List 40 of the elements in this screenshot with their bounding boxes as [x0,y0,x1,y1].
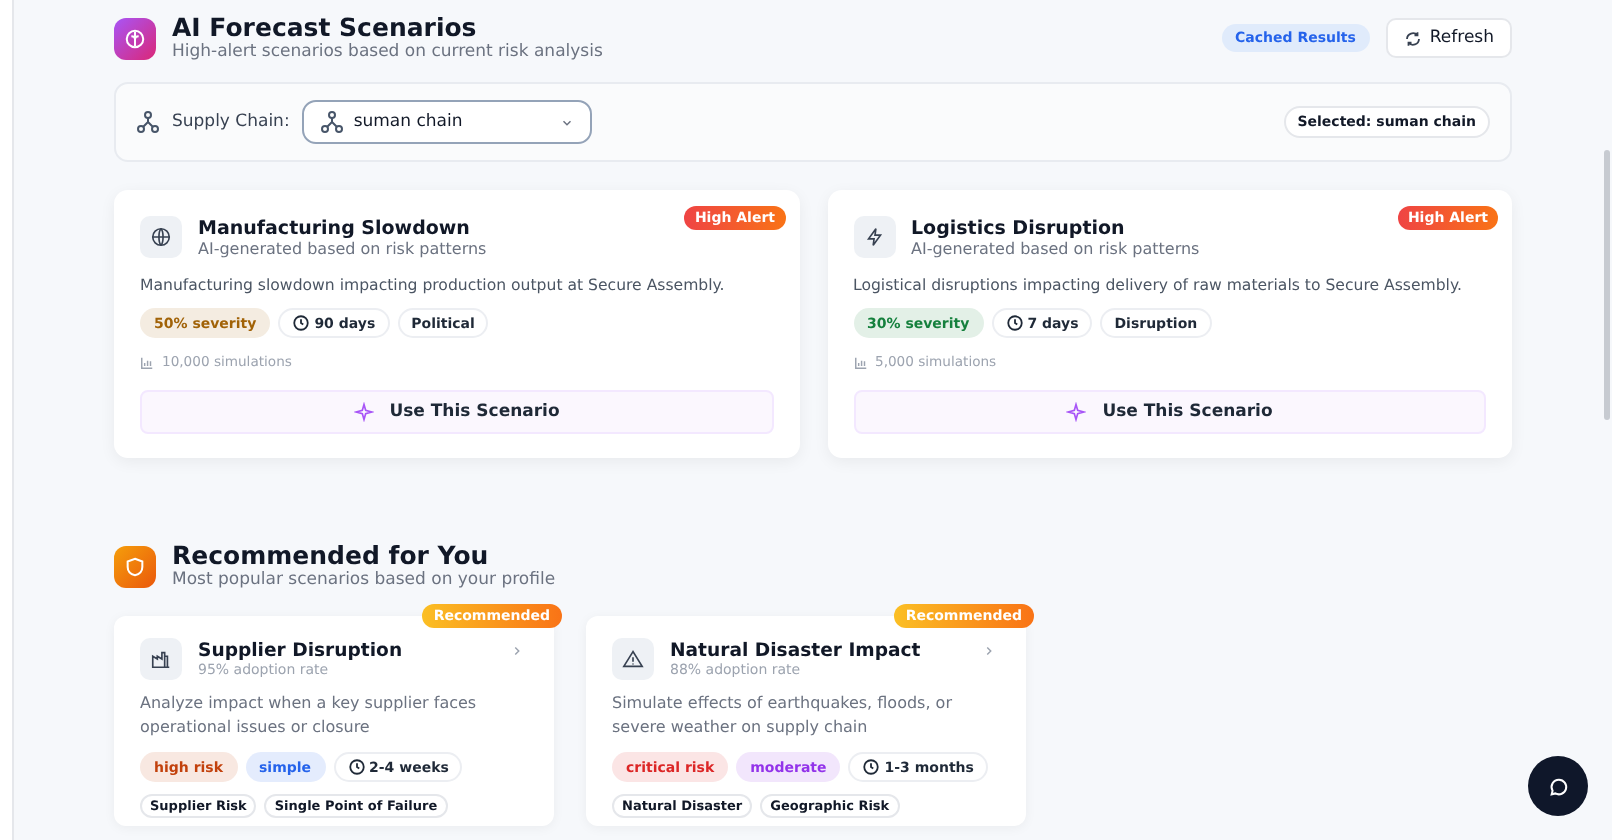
section-subtitle: High-alert scenarios based on current risk analysis [172,42,603,62]
sparkle-icon [1066,402,1087,422]
scenario-title: Supplier Disruption [198,640,403,662]
globe-icon [150,226,172,248]
bar-chart-icon [853,355,867,369]
scenario-title: Logistics Disruption [911,217,1127,239]
section-subtitle: Most popular scenarios based on your profile [172,570,556,590]
refresh-icon [1403,29,1422,47]
chevron-down-icon [559,115,574,129]
clock-icon [862,758,881,776]
section-title: Recommended for You [172,542,491,570]
network-icon [136,110,160,134]
brain-icon [114,17,156,59]
clock-icon [1005,314,1024,332]
scenario-title: Natural Disaster Impact [670,640,921,662]
chevron-right-icon [510,644,524,658]
scenario-description: Simulate effects of earthquakes, floods, or severe weather on supply chain [612,692,954,740]
scenario-subtitle: AI-generated based on risk patterns [198,239,487,257]
section-title: AI Forecast Scenarios [172,14,479,42]
network-icon [319,110,344,134]
supply-chain-dropdown[interactable]: suman chain [301,100,592,144]
use-scenario-button[interactable]: Use This Scenario [140,390,773,434]
bar-chart-icon [140,355,154,369]
factory-icon [150,648,172,670]
sparkle-icon [353,402,374,422]
shield-icon [114,545,156,587]
use-scenario-button[interactable]: Use This Scenario [853,390,1486,434]
chat-icon [1547,775,1569,797]
clock-icon [292,314,311,332]
refresh-button[interactable]: Refresh [1385,18,1512,58]
supply-chain-label: Supply Chain: [172,112,290,132]
scenario-description: Analyze impact when a key supplier faces operational issues or closure [140,692,479,740]
lightning-icon [863,226,885,248]
scrollbar[interactable] [1604,150,1610,420]
scenario-title: Manufacturing Slowdown [198,217,472,239]
clock-icon [347,758,366,776]
warning-icon [622,648,644,670]
chat-button[interactable] [1528,756,1588,816]
scenario-subtitle: AI-generated based on risk patterns [911,239,1200,257]
chevron-right-icon [982,644,996,658]
